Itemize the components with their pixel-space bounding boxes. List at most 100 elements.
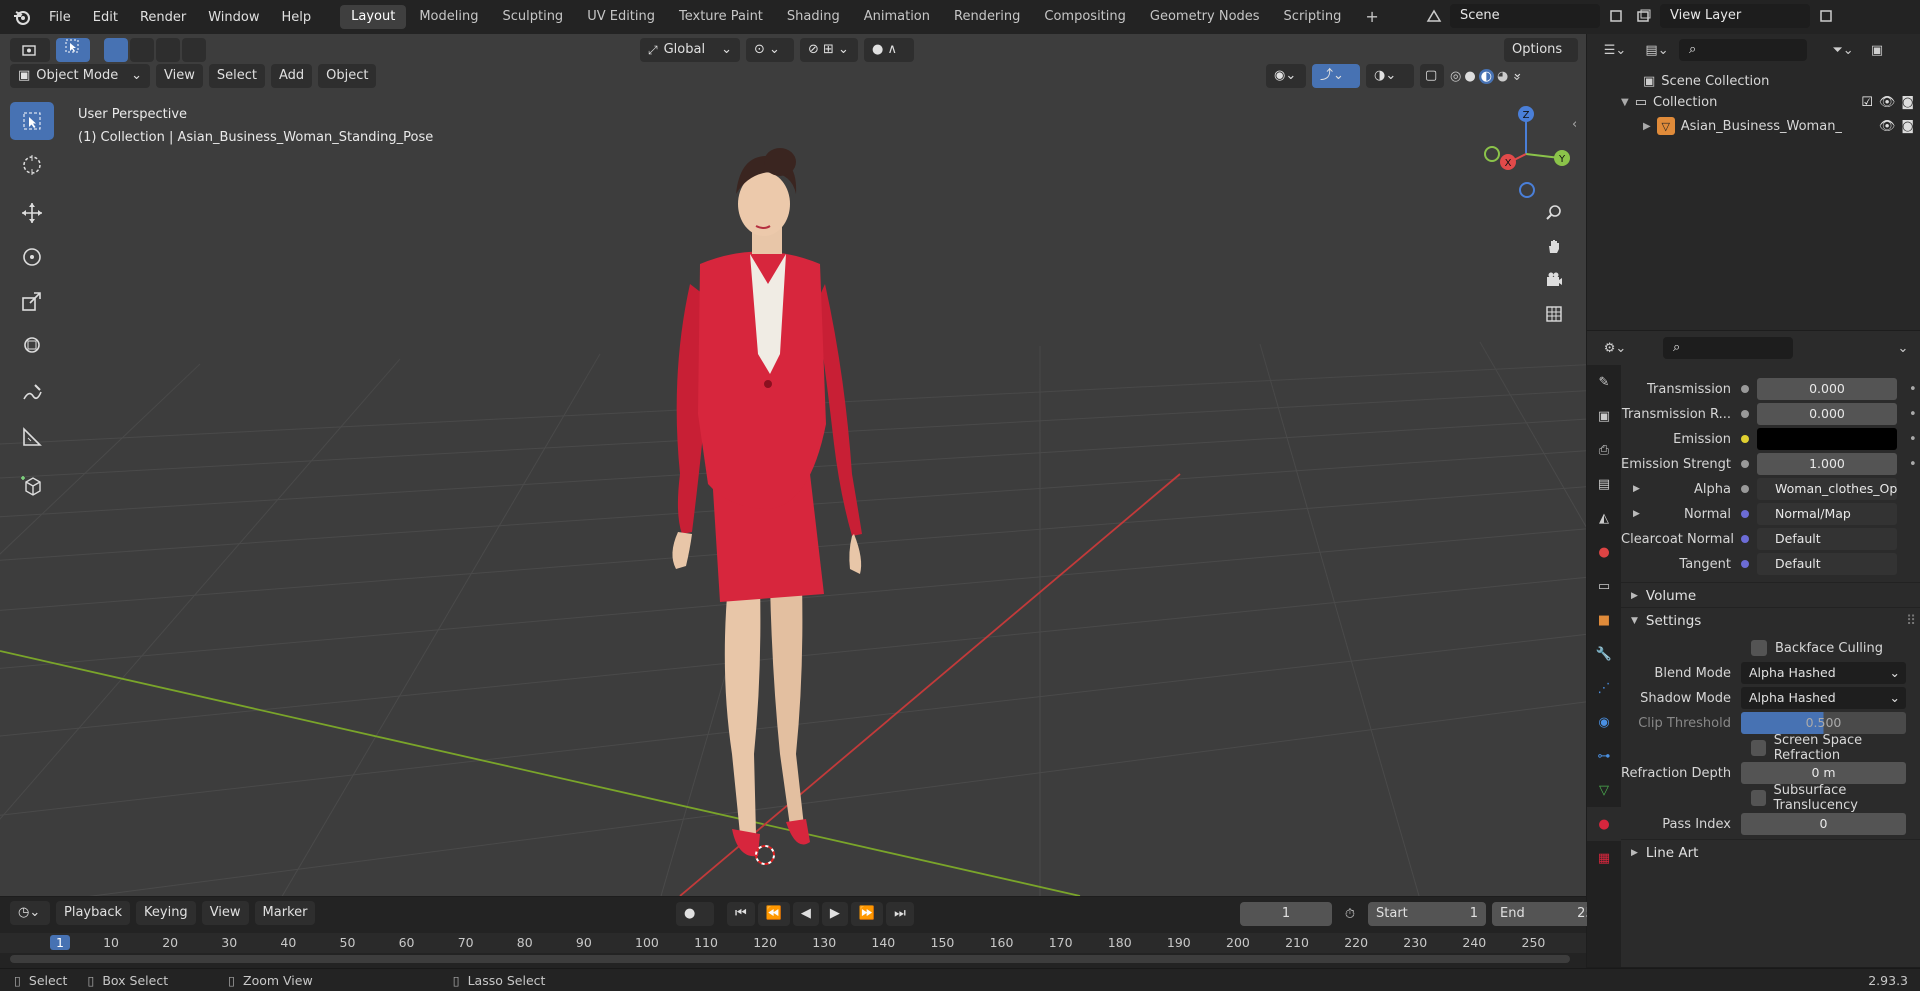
exclude-checkbox-icon[interactable]: ☑ [1861,95,1873,110]
shadow-mode-dropdown[interactable]: Alpha Hashed ⌄ [1741,687,1906,709]
expand-arrow-icon[interactable]: ▶ [1633,509,1640,519]
physics-tab-icon[interactable]: ◉ [1587,705,1621,739]
normal-map-field[interactable]: Normal/Map [1757,503,1897,525]
add-workspace-icon[interactable]: + [1354,5,1389,29]
menu-edit[interactable]: Edit [82,10,129,25]
timeline-scrollbar[interactable] [10,955,1570,963]
viewport-menu-object[interactable]: Object [318,64,377,88]
move-tool-icon[interactable] [10,194,54,232]
scale-tool-icon[interactable] [10,282,54,320]
zoom-icon[interactable] [1542,200,1566,224]
alpha-texture-field[interactable]: Woman_clothes_Op... [1757,478,1897,500]
tab-sculpting[interactable]: Sculpting [491,5,574,29]
selection-new-icon[interactable] [104,38,128,62]
view-layer-icon[interactable] [1632,4,1656,28]
pass-index-field[interactable]: 0 [1741,813,1906,835]
jump-next-keyframe-icon[interactable]: ⏩ [850,902,884,926]
transform-tool-icon[interactable] [10,326,54,364]
navigation-gizmo[interactable]: Z Y X [1476,100,1576,200]
outliner-panel[interactable]: ☰⌄ ▤⌄ ⌕ ⏷⌄ ▣ ▣ Scene Collection ▼ ▭ Coll… [1587,34,1920,330]
jump-start-icon[interactable]: ⏮ [727,902,755,926]
add-cube-tool-icon[interactable] [10,466,54,504]
tab-modeling[interactable]: Modeling [408,5,489,29]
material-shading-icon[interactable]: ◐ [1478,68,1495,84]
timeline-menu-view[interactable]: View [201,901,249,925]
constraints-tab-icon[interactable]: ⊶ [1587,739,1621,773]
wireframe-shading-icon[interactable]: ◎ [1450,69,1461,84]
properties-panel[interactable]: ⚙⌄ ⌕ ⌄ ✎ ▣ ⎙ ▤ ◭ ● ▭ ■ 🔧 ⋰ ◉ ⊶ ▽ ● ▦ Tra… [1587,331,1920,967]
socket-icon[interactable] [1741,435,1749,443]
material-tab-icon[interactable]: ● [1587,807,1621,841]
outliner-editor-type-icon[interactable]: ☰⌄ [1595,38,1635,62]
display-mode-icon[interactable]: ▤⌄ [1639,38,1675,62]
timeline-editor-type-icon[interactable]: ◷⌄ [10,901,50,925]
pivot-point-icon[interactable]: ⊙ ⌄ [746,38,794,62]
play-reverse-icon[interactable]: ◀ [792,902,819,926]
tab-scripting[interactable]: Scripting [1273,5,1353,29]
view-layer-field[interactable]: View Layer [1660,4,1810,28]
jump-end-icon[interactable]: ⏭ [886,902,914,926]
start-frame-field[interactable]: Start 1 [1368,902,1486,926]
socket-icon[interactable] [1741,385,1749,393]
render-camera-icon[interactable]: ◙ [1901,95,1914,110]
socket-icon[interactable] [1741,510,1749,518]
viewport-menu-add[interactable]: Add [270,64,313,88]
blender-logo-icon[interactable] [10,5,34,29]
clip-threshold-slider[interactable]: 0.500 [1741,712,1906,734]
outliner-search-input[interactable]: ⌕ [1679,39,1807,61]
backface-culling-checkbox[interactable] [1751,640,1767,656]
new-collection-icon[interactable]: ▣ [1865,38,1889,62]
camera-view-icon[interactable] [1542,268,1566,292]
animate-dot-icon[interactable]: • [1909,457,1917,472]
3d-viewport[interactable]: ⤢ Global ⌄ ⊙ ⌄ ⊘ ⊞ ⌄ ● ∧ Options ⌄ ▣ Obj… [0,34,1586,896]
menu-render[interactable]: Render [129,10,197,25]
character-model[interactable] [620,114,920,874]
settings-section-header[interactable]: ▼ Settings ⠿ [1621,607,1920,633]
object-tab-icon[interactable]: ■ [1587,603,1621,637]
annotate-tool-icon[interactable] [10,374,54,412]
rendered-shading-icon[interactable]: ◕ [1497,69,1508,84]
proportional-editing-icon[interactable]: ● ∧ [864,38,914,62]
properties-editor-type-icon[interactable]: ⚙⌄ [1595,336,1635,360]
screen-space-refraction-checkbox[interactable] [1751,740,1766,756]
tab-geometry-nodes[interactable]: Geometry Nodes [1139,5,1271,29]
tab-compositing[interactable]: Compositing [1033,5,1137,29]
snapping-icon[interactable]: ⊘ ⊞ ⌄ [800,38,858,62]
transmission-roughness-field[interactable]: 0.000 [1757,403,1897,425]
tangent-field[interactable]: Default [1757,553,1897,575]
socket-icon[interactable] [1741,460,1749,468]
scene-collection-label[interactable]: Scene Collection [1661,74,1769,89]
object-label[interactable]: Asian_Business_Woman_ [1681,119,1842,134]
xray-icon[interactable]: ▢ [1420,64,1444,88]
viewport-menu-view[interactable]: View [156,64,203,88]
new-scene-icon[interactable] [1604,4,1628,28]
socket-icon[interactable] [1741,560,1749,568]
tab-rendering[interactable]: Rendering [943,5,1031,29]
rotate-tool-icon[interactable] [10,238,54,276]
volume-section-header[interactable]: ▶ Volume [1621,582,1920,608]
visibility-eye-icon[interactable]: 👁 [1879,95,1896,110]
3d-cursor-icon[interactable] [752,842,778,868]
tool-tab-icon[interactable]: ✎ [1587,365,1621,399]
selection-subtract-icon[interactable] [156,38,180,62]
subsurface-translucency-checkbox[interactable] [1751,790,1766,806]
select-box-tool-icon[interactable] [10,102,54,140]
solid-shading-icon[interactable]: ● [1464,69,1475,84]
render-camera-icon[interactable]: ◙ [1901,119,1914,134]
render-tab-icon[interactable]: ▣ [1587,399,1621,433]
jump-prev-keyframe-icon[interactable]: ⏪ [757,902,790,926]
animate-dot-icon[interactable]: • [1909,407,1917,422]
tab-animation[interactable]: Animation [853,5,941,29]
animate-dot-icon[interactable]: • [1909,382,1917,397]
modifier-tab-icon[interactable]: 🔧 [1587,637,1621,671]
filter-icon[interactable]: ⏷⌄ [1825,38,1861,62]
timeline-editor[interactable]: ◷⌄ Playback Keying View Marker ● ⌄ ⏮ ⏪ ◀… [0,897,1610,968]
menu-help[interactable]: Help [271,10,323,25]
scene-name-field[interactable]: Scene [1450,4,1600,28]
transform-orientation-dropdown[interactable]: ⤢ Global ⌄ [640,38,740,62]
tab-uv-editing[interactable]: UV Editing [576,5,666,29]
ortho-grid-icon[interactable] [1542,302,1566,326]
viewport-menu-select[interactable]: Select [208,64,265,88]
timeline-menu-keying[interactable]: Keying [136,901,196,925]
visibility-icon[interactable]: ◉⌄ [1266,64,1306,88]
